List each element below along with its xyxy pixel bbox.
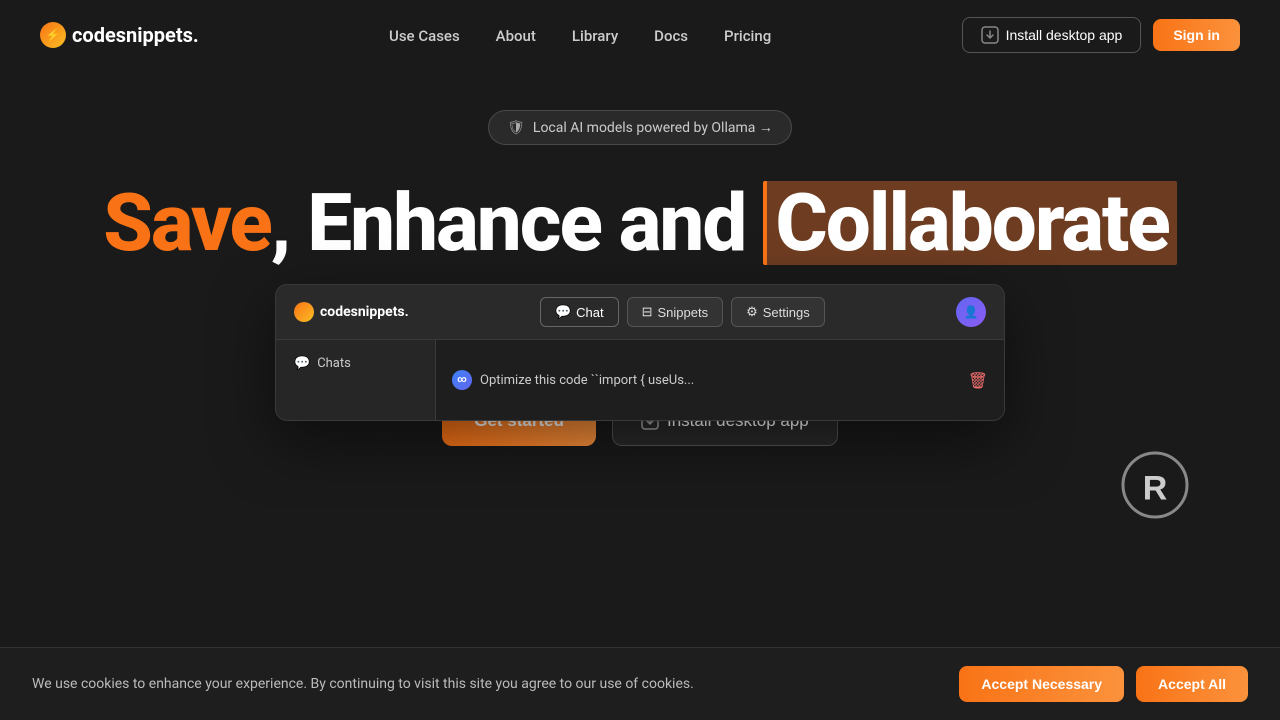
app-nav-settings-label: Settings — [763, 305, 810, 320]
headline-collaborate: Collaborate — [775, 176, 1168, 270]
app-avatar: 👤 — [956, 297, 986, 327]
logo-snippets-text: snippets. — [116, 23, 199, 47]
hero-headline: Save, Enhance and Collaborate — [103, 181, 1177, 265]
headline-enhance-and: Enhance and — [289, 176, 763, 270]
app-nav-chat[interactable]: 💬 Chat — [540, 297, 619, 327]
app-preview: codesnippets. 💬 Chat ⊟ Snippets ⚙ Settin… — [275, 284, 1005, 421]
app-preview-logo: codesnippets. — [294, 302, 409, 322]
app-prompt-icon: ∞ — [452, 370, 472, 390]
app-body: 💬 Chats ∞ Optimize this code ``import { … — [276, 340, 1004, 420]
install-nav-button[interactable]: Install desktop app — [962, 17, 1142, 53]
app-preview-logo-icon — [294, 302, 314, 322]
cookie-banner: We use cookies to enhance your experienc… — [0, 647, 1280, 720]
headline-save: Save — [103, 176, 271, 270]
accept-all-button[interactable]: Accept All — [1136, 666, 1248, 702]
r-logo-float: R — [1120, 450, 1190, 520]
shield-icon: 🛡 — [507, 120, 525, 136]
nav-library[interactable]: Library — [572, 27, 618, 45]
cookie-text: We use cookies to enhance your experienc… — [32, 676, 694, 692]
signin-button[interactable]: Sign in — [1153, 19, 1240, 51]
accept-necessary-button[interactable]: Accept Necessary — [959, 666, 1124, 702]
app-nav-chat-label: Chat — [576, 305, 603, 320]
logo-code-text: code — [72, 23, 116, 47]
nav-use-cases[interactable]: Use Cases — [389, 27, 460, 45]
app-nav-settings[interactable]: ⚙ Settings — [731, 297, 825, 327]
app-prompt-text: Optimize this code ``import { useUs... — [480, 373, 694, 388]
install-nav-icon — [981, 26, 999, 44]
nav-docs[interactable]: Docs — [654, 27, 688, 45]
snippets-icon: ⊟ — [642, 304, 653, 320]
cookie-actions: Accept Necessary Accept All — [959, 666, 1248, 702]
sidebar-chat-icon: 💬 — [294, 356, 310, 371]
app-header: codesnippets. 💬 Chat ⊟ Snippets ⚙ Settin… — [276, 285, 1004, 340]
install-nav-label: Install desktop app — [1006, 27, 1123, 43]
app-sidebar-chats[interactable]: 💬 Chats — [288, 352, 423, 375]
main-content: 🛡 Local AI models powered by Ollama → Sa… — [0, 70, 1280, 496]
chat-icon: 💬 — [555, 304, 571, 320]
app-preview-logo-text: codesnippets. — [320, 304, 409, 320]
nav-actions: Install desktop app Sign in — [962, 17, 1240, 53]
app-content: ∞ Optimize this code ``import { useUs...… — [436, 340, 1004, 420]
app-sidebar-chats-label: Chats — [317, 356, 351, 371]
svg-text:R: R — [1143, 470, 1168, 508]
navbar: ⚡ codesnippets. Use Cases About Library … — [0, 0, 1280, 70]
ai-badge[interactable]: 🛡 Local AI models powered by Ollama → — [488, 110, 792, 145]
app-prompt: ∞ Optimize this code ``import { useUs... — [452, 370, 694, 390]
badge-text: Local AI models powered by Ollama → — [533, 119, 773, 136]
logo: ⚡ codesnippets. — [40, 22, 199, 48]
nav-about[interactable]: About — [496, 27, 536, 45]
settings-icon: ⚙ — [746, 304, 758, 320]
app-nav: 💬 Chat ⊟ Snippets ⚙ Settings — [540, 297, 825, 327]
delete-icon[interactable]: 🗑 — [968, 371, 988, 390]
nav-pricing[interactable]: Pricing — [724, 27, 771, 45]
logo-icon: ⚡ — [40, 22, 66, 48]
app-nav-snippets-label: Snippets — [658, 305, 709, 320]
headline-collaborate-wrap: Collaborate — [763, 181, 1176, 265]
nav-links: Use Cases About Library Docs Pricing — [389, 26, 771, 45]
app-sidebar: 💬 Chats — [276, 340, 436, 420]
logo-text: codesnippets. — [72, 23, 199, 47]
app-nav-snippets[interactable]: ⊟ Snippets — [627, 297, 724, 327]
headline-comma: , — [271, 176, 290, 270]
